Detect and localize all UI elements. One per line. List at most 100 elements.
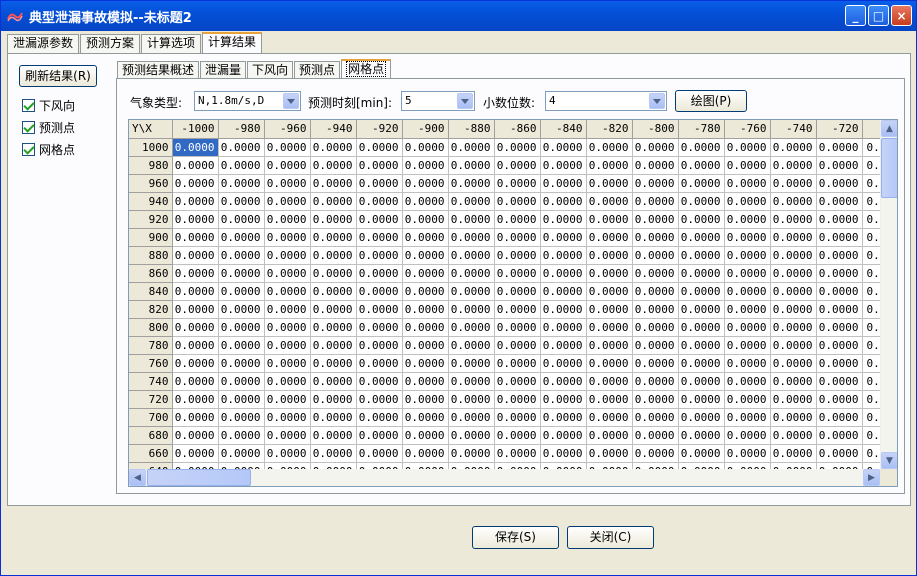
grid-cell[interactable]: 0.0000	[540, 354, 587, 373]
grid-cell[interactable]: 0.0000	[724, 192, 771, 211]
grid-cell[interactable]: 0.0000	[494, 228, 541, 247]
scroll-up-icon[interactable]: ▲	[881, 120, 897, 137]
maximize-button[interactable]: □	[868, 5, 889, 26]
grid-cell[interactable]: 0.0000	[540, 336, 587, 355]
grid-cell[interactable]: 0.0000	[218, 246, 265, 265]
grid-cell[interactable]: 0.0000	[632, 192, 679, 211]
grid-cell[interactable]: 0.0000	[494, 318, 541, 337]
grid-cell[interactable]: 0.0000	[816, 228, 863, 247]
chevron-down-icon[interactable]	[283, 93, 299, 109]
grid-cell[interactable]: 0.0000	[494, 372, 541, 391]
grid-cell[interactable]: 0.0000	[678, 318, 725, 337]
grid-cell[interactable]: 0.0000	[586, 156, 633, 175]
grid-cell[interactable]: 0.0000	[540, 426, 587, 445]
grid-cell[interactable]: 0.0000	[218, 156, 265, 175]
grid-cell[interactable]: 0.0000	[724, 156, 771, 175]
grid-cell[interactable]: 0.0000	[172, 318, 219, 337]
grid-cell[interactable]: 0.0000	[816, 354, 863, 373]
grid-cell[interactable]: 0.0000	[218, 336, 265, 355]
grid-cell[interactable]: 0.0000	[540, 246, 587, 265]
subtab-predict-point[interactable]: 预测点	[294, 61, 341, 79]
grid-cell[interactable]: 0.0000	[448, 156, 495, 175]
grid-cell[interactable]: 0.0000	[770, 372, 817, 391]
grid-cell[interactable]: 0.0000	[402, 246, 449, 265]
grid-cell[interactable]: 0.0000	[632, 174, 679, 193]
grid-cell[interactable]: 0.0000	[172, 372, 219, 391]
grid-cell[interactable]: 0.0000	[632, 138, 679, 157]
grid-cell[interactable]: 0.0000	[356, 318, 403, 337]
grid-cell[interactable]: 0.0000	[264, 156, 311, 175]
grid-cell[interactable]: 0.0000	[218, 228, 265, 247]
grid-cell[interactable]: 0.0000	[172, 138, 219, 157]
grid-cell[interactable]: 0.0000	[448, 390, 495, 409]
grid-cell[interactable]: 0.0000	[724, 300, 771, 319]
grid-cell[interactable]: 0.0000	[540, 444, 587, 463]
grid-cell[interactable]: 0.0000	[264, 390, 311, 409]
grid-cell[interactable]: 0.0000	[218, 192, 265, 211]
scroll-down-icon[interactable]: ▼	[881, 452, 897, 469]
grid-cell[interactable]: 0.0000	[632, 372, 679, 391]
grid-cell[interactable]: 0.0000	[264, 444, 311, 463]
horizontal-scroll-thumb[interactable]	[147, 469, 251, 486]
grid-cell[interactable]: 0.0000	[632, 210, 679, 229]
grid-cell[interactable]: 0.0000	[770, 408, 817, 427]
checkbox-downwind[interactable]: 下风向	[22, 97, 75, 113]
grid-cell[interactable]: 0.0000	[586, 354, 633, 373]
grid-cell[interactable]: 0.0000	[172, 282, 219, 301]
grid-cell[interactable]: 0.0000	[540, 174, 587, 193]
close-window-button[interactable]: ×	[891, 5, 912, 26]
grid-cell[interactable]: 0.0000	[586, 174, 633, 193]
grid-cell[interactable]: 0.0000	[540, 138, 587, 157]
grid-cell[interactable]: 0.0000	[816, 156, 863, 175]
grid-cell[interactable]: 0.0000	[448, 264, 495, 283]
grid-cell[interactable]: 0.0000	[172, 336, 219, 355]
grid-cell[interactable]: 0.0000	[264, 426, 311, 445]
grid-cell[interactable]: 0.0000	[448, 246, 495, 265]
grid-cell[interactable]: 0.0000	[724, 372, 771, 391]
grid-cell[interactable]: 0.0000	[724, 408, 771, 427]
grid-cell[interactable]: 0.0000	[310, 264, 357, 283]
minimize-button[interactable]: _	[845, 5, 866, 26]
grid-cell[interactable]: 0.0000	[172, 228, 219, 247]
grid-cell[interactable]: 0.0000	[310, 228, 357, 247]
grid-cell[interactable]: 0.0000	[448, 408, 495, 427]
grid-cell[interactable]: 0.0000	[218, 426, 265, 445]
grid-cell[interactable]: 0.0000	[632, 408, 679, 427]
grid-cell[interactable]: 0.0000	[310, 372, 357, 391]
grid-cell[interactable]: 0.0000	[218, 318, 265, 337]
grid-cell[interactable]: 0.0000	[632, 426, 679, 445]
grid-cell[interactable]: 0.0000	[632, 390, 679, 409]
grid-cell[interactable]: 0.0000	[770, 336, 817, 355]
grid-cell[interactable]: 0.0000	[264, 192, 311, 211]
grid-cell[interactable]: 0.0000	[678, 372, 725, 391]
scroll-left-icon[interactable]: ◀	[129, 469, 146, 486]
grid-cell[interactable]: 0.0000	[586, 282, 633, 301]
grid-cell[interactable]: 0.0000	[264, 300, 311, 319]
grid-cell[interactable]: 0.0000	[356, 192, 403, 211]
grid-cell[interactable]: 0.0000	[678, 426, 725, 445]
grid-cell[interactable]: 0.0000	[172, 354, 219, 373]
grid-cell[interactable]: 0.0000	[678, 246, 725, 265]
grid-cell[interactable]: 0.0000	[218, 264, 265, 283]
horizontal-scrollbar[interactable]: ◀ ▶	[129, 469, 880, 486]
grid-cell[interactable]: 0.0000	[494, 174, 541, 193]
grid-cell[interactable]: 0.0000	[540, 228, 587, 247]
grid-cell[interactable]: 0.0000	[172, 426, 219, 445]
tab-calc-options[interactable]: 计算选项	[141, 34, 202, 53]
grid-cell[interactable]: 0.0000	[494, 336, 541, 355]
grid-cell[interactable]: 0.0000	[356, 264, 403, 283]
grid-cell[interactable]: 0.0000	[540, 408, 587, 427]
grid-cell[interactable]: 0.0000	[540, 390, 587, 409]
grid-cell[interactable]: 0.0000	[218, 138, 265, 157]
grid-cell[interactable]: 0.0000	[770, 138, 817, 157]
grid-cell[interactable]: 0.0000	[218, 372, 265, 391]
grid-cell[interactable]: 0.0000	[678, 282, 725, 301]
grid-cell[interactable]: 0.0000	[816, 426, 863, 445]
grid-cell[interactable]: 0.0000	[310, 282, 357, 301]
grid-cell[interactable]: 0.0000	[586, 192, 633, 211]
decimal-places-select[interactable]: 4	[545, 91, 667, 111]
close-button[interactable]: 关闭(C)	[567, 526, 654, 549]
grid-cell[interactable]: 0.0000	[218, 300, 265, 319]
grid-cell[interactable]: 0.0000	[770, 174, 817, 193]
grid-cell[interactable]: 0.0000	[724, 318, 771, 337]
